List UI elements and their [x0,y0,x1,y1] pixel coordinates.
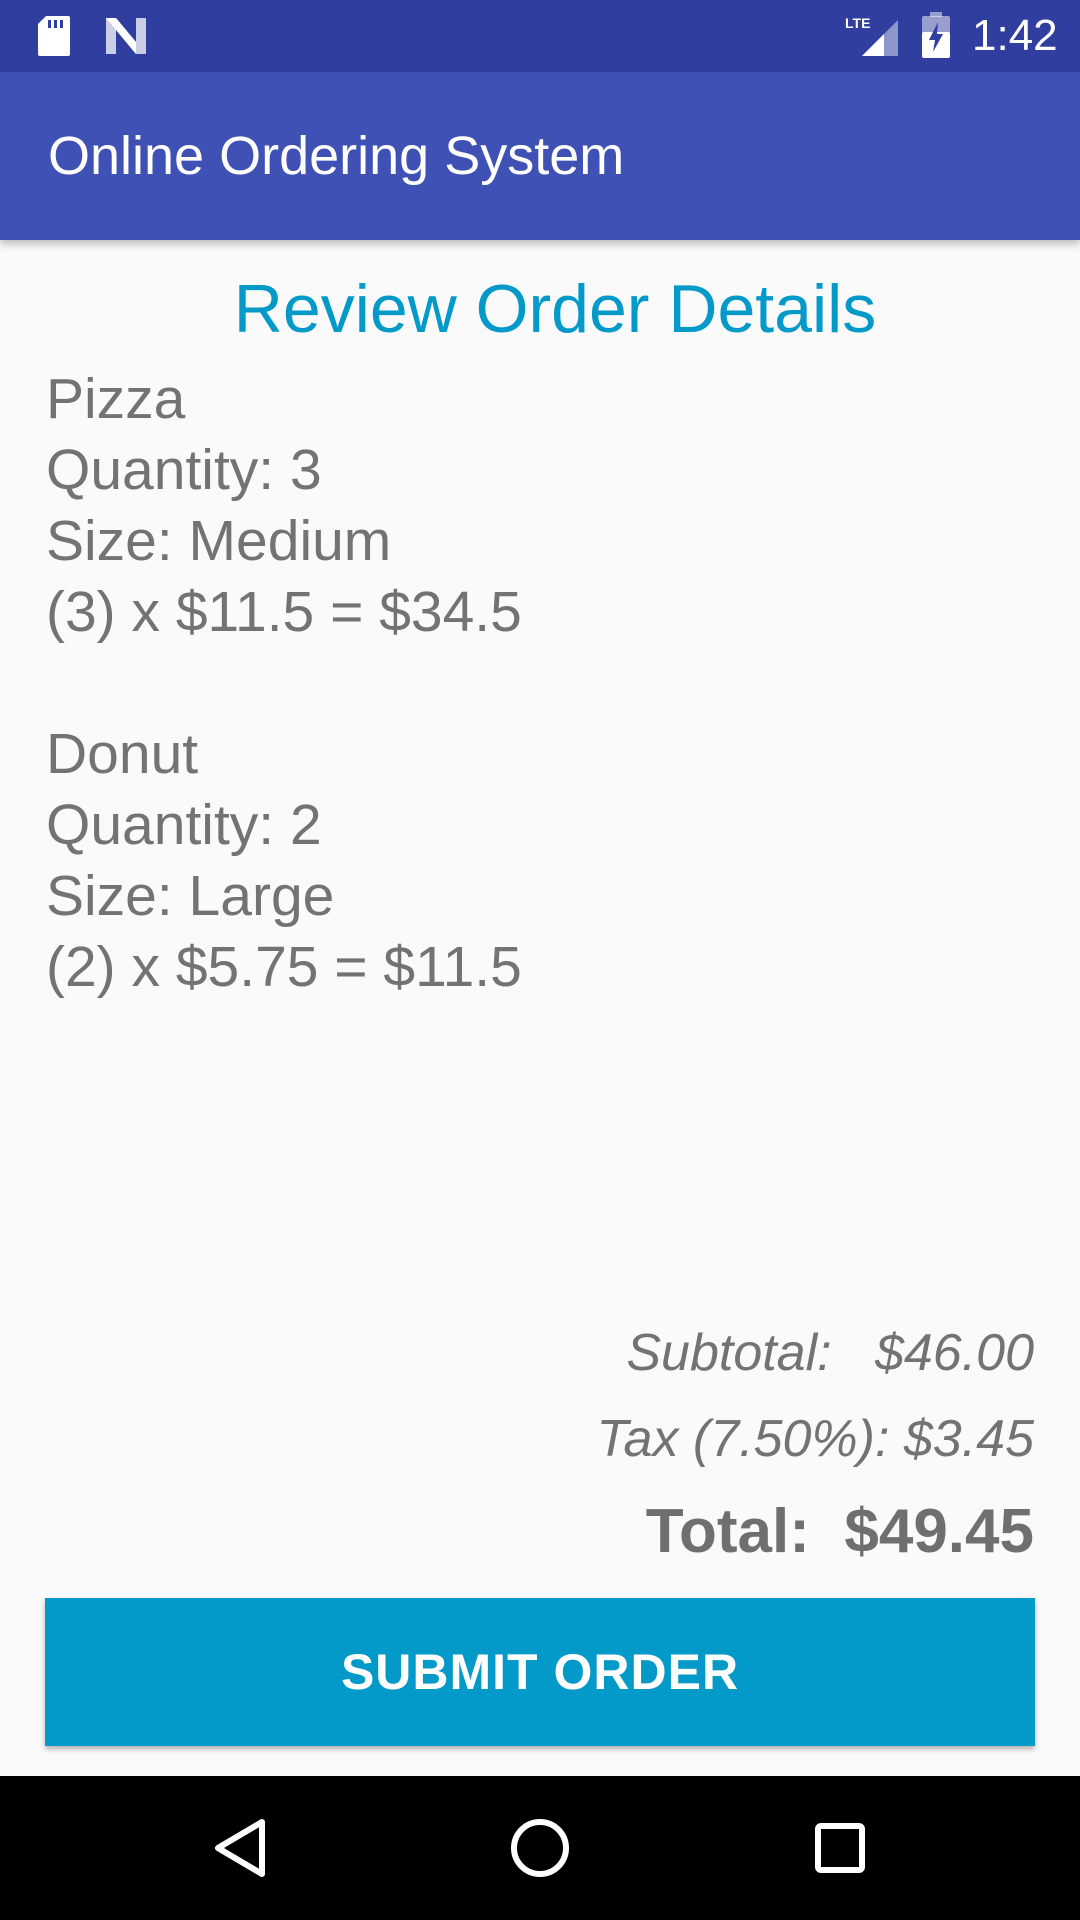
total-value: Total: $49.45 [645,1497,1034,1566]
app-title: Online Ordering System [48,126,625,186]
tax-text: Tax (7.50%): $3.45 [334,1409,1034,1469]
tax-value: Tax (7.50%): $3.45 [596,1410,1034,1468]
order-review-content: Review Order Details Pizza Quantity: 3 S… [0,240,1080,1776]
item-size: Size: Large [46,864,335,928]
status-bar: LTE 1:42 [0,0,1080,72]
lte-label: LTE [845,15,870,31]
lte-signal-icon: LTE [845,15,898,56]
subtotal-text: Subtotal: $46.00 [334,1323,1034,1383]
n-icon [106,18,146,54]
item-name: Pizza [46,367,186,431]
recents-icon[interactable] [804,1812,876,1884]
order-items-list: Pizza Quantity: 3 Size: Medium (3) x $11… [46,364,1026,1074]
item-quantity: Quantity: 2 [46,793,322,857]
item-price-line: (2) x $5.75 = $11.5 [46,935,522,999]
item-price-line: (3) x $11.5 = $34.5 [46,580,522,644]
page-title: Review Order Details [233,271,877,347]
submit-order-button[interactable]: SUBMIT ORDER [45,1598,1035,1746]
home-icon[interactable] [504,1812,576,1884]
order-item-pizza: Pizza Quantity: 3 Size: Medium (3) x $11… [46,364,1026,648]
order-item-donut: Donut Quantity: 2 Size: Large (2) x $5.7… [46,719,1026,1003]
total-text: Total: $49.45 [334,1496,1034,1567]
item-size: Size: Medium [46,509,392,573]
item-name: Donut [46,722,199,786]
status-clock: 1:42 [972,11,1058,60]
screen: LTE 1:42 Online Ordering System Review O… [0,0,1080,1920]
item-quantity: Quantity: 3 [46,438,322,502]
back-icon[interactable] [204,1812,276,1884]
battery-charging-icon [922,12,950,58]
navigation-bar [0,1776,1080,1920]
subtotal-value: Subtotal: $46.00 [626,1324,1034,1382]
sd-card-icon [38,16,70,56]
app-bar: Online Ordering System [0,72,1080,240]
